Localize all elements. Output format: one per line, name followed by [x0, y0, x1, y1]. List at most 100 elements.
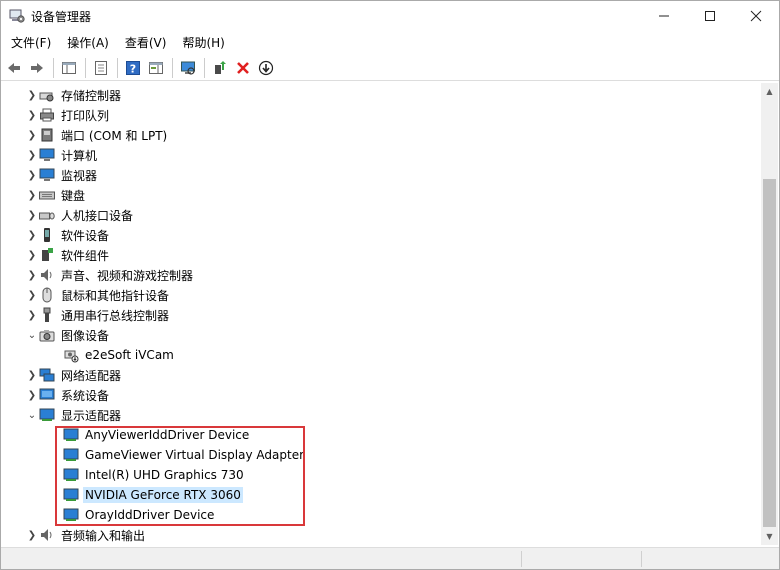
chevron-right-icon[interactable]: ❯ [25, 288, 39, 302]
tree-item-label: 鼠标和其他指针设备 [61, 288, 170, 303]
computer-icon [39, 147, 55, 163]
status-bar [1, 547, 779, 569]
highlight-annotation-box [55, 426, 305, 526]
chevron-right-icon[interactable]: ❯ [25, 248, 39, 262]
tree-item-software-devices[interactable]: ❯ 软件设备 [25, 225, 111, 245]
uninstall-icon[interactable] [232, 57, 254, 79]
menu-file[interactable]: 文件(F) [5, 31, 57, 53]
tree-item-keyboards[interactable]: ❯ 键盘 [25, 185, 87, 205]
chevron-right-icon[interactable]: ❯ [25, 268, 39, 282]
menu-view[interactable]: 查看(V) [119, 31, 173, 53]
chevron-right-icon[interactable]: ❯ [25, 168, 39, 182]
tree-item-storage-controllers[interactable]: ❯ 存储控制器 [25, 85, 123, 105]
tree-item-label: 通用串行总线控制器 [61, 308, 170, 323]
properties-icon[interactable] [90, 57, 112, 79]
tree-item-system-devices[interactable]: ❯ 系统设备 [25, 385, 111, 405]
tree-item-network-adapters[interactable]: ❯ 网络适配器 [25, 365, 123, 385]
chevron-right-icon[interactable]: ❯ [25, 228, 39, 242]
tree-item-label: 打印队列 [61, 108, 110, 123]
tree-item-computer[interactable]: ❯ 计算机 [25, 145, 99, 165]
tree-item-e2esoft-ivcam[interactable]: e2eSoft iVCam [63, 345, 176, 365]
chevron-right-icon[interactable]: ❯ [25, 368, 39, 382]
sound-icon [39, 267, 55, 283]
minimize-button[interactable] [641, 1, 687, 31]
device-tree[interactable]: ❯ 存储控制器 ❯ 打印队列 ❯ 端口 (COM 和 LPT) ❯ 计算机 ❯ … [1, 83, 761, 545]
status-bar-divider [641, 551, 642, 567]
tree-item-label: 音频输入和输出 [61, 528, 146, 543]
menu-help[interactable]: 帮助(H) [176, 31, 230, 53]
chevron-right-icon[interactable]: ❯ [25, 88, 39, 102]
display-adapter-icon [39, 407, 55, 423]
toolbar-separator [204, 57, 205, 78]
tree-item-label: 系统设备 [61, 388, 110, 403]
tree-item-imaging-devices[interactable]: ⌄ 图像设备 [25, 325, 111, 345]
network-adapter-icon [39, 367, 55, 383]
chevron-down-icon[interactable]: ⌄ [25, 328, 39, 342]
tree-item-display-adapters[interactable]: ⌄ 显示适配器 [25, 405, 123, 425]
chevron-right-icon[interactable]: ❯ [25, 208, 39, 222]
tree-item-ports[interactable]: ❯ 端口 (COM 和 LPT) [25, 125, 169, 145]
tree-item-label: 端口 (COM 和 LPT) [61, 128, 168, 143]
scroll-down-arrow-icon[interactable]: ▼ [761, 528, 778, 545]
tree-item-audio-io[interactable]: ❯ 音频输入和输出 [25, 525, 147, 545]
scrollbar-thumb[interactable] [763, 179, 776, 527]
chevron-right-icon[interactable]: ❯ [25, 528, 39, 542]
software-device-icon [39, 227, 55, 243]
tree-item-label: 声音、视频和游戏控制器 [61, 268, 194, 283]
storage-controller-icon [39, 87, 55, 103]
tree-item-label: 计算机 [61, 148, 98, 163]
tree-item-software-components[interactable]: ❯ 软件组件 [25, 245, 111, 265]
keyboard-icon [39, 187, 55, 203]
tree-item-label: 人机接口设备 [61, 208, 134, 223]
show-hide-tree-icon[interactable] [58, 57, 80, 79]
toolbar: ? [1, 55, 779, 81]
menu-action[interactable]: 操作(A) [61, 31, 115, 53]
toolbar-separator [85, 57, 86, 78]
close-button[interactable] [733, 1, 779, 31]
tree-item-label: 图像设备 [61, 328, 110, 343]
tree-item-label: 网络适配器 [61, 368, 122, 383]
chevron-right-icon[interactable]: ❯ [25, 148, 39, 162]
tree-item-label: 监视器 [61, 168, 98, 183]
tree-item-sound[interactable]: ❯ 声音、视频和游戏控制器 [25, 265, 195, 285]
toolbar-separator [172, 57, 173, 78]
chevron-right-icon[interactable]: ❯ [25, 128, 39, 142]
toolbar-separator [53, 57, 54, 78]
update-driver-icon[interactable] [209, 57, 231, 79]
action-pane-icon[interactable] [145, 57, 167, 79]
chevron-down-icon[interactable]: ⌄ [25, 408, 39, 422]
tree-item-label: 软件组件 [61, 248, 110, 263]
tree-item-mice[interactable]: ❯ 鼠标和其他指针设备 [25, 285, 171, 305]
title-bar[interactable]: 设备管理器 [1, 1, 779, 31]
chevron-right-icon[interactable]: ❯ [25, 188, 39, 202]
help-icon[interactable]: ? [122, 57, 144, 79]
tree-item-print-queues[interactable]: ❯ 打印队列 [25, 105, 111, 125]
hid-icon [39, 207, 55, 223]
maximize-button[interactable] [687, 1, 733, 31]
camera-icon [39, 327, 55, 343]
chevron-right-icon[interactable]: ❯ [25, 108, 39, 122]
scan-hardware-icon[interactable] [177, 57, 199, 79]
software-component-icon [39, 247, 55, 263]
svg-text:?: ? [130, 62, 136, 75]
vertical-scrollbar[interactable]: ▲ ▼ [761, 83, 778, 545]
tree-item-monitors[interactable]: ❯ 监视器 [25, 165, 99, 185]
tree-item-label: 软件设备 [61, 228, 110, 243]
tree-item-usb[interactable]: ❯ 通用串行总线控制器 [25, 305, 171, 325]
status-bar-divider [521, 551, 522, 567]
scroll-up-arrow-icon[interactable]: ▲ [761, 83, 778, 100]
window-title: 设备管理器 [31, 10, 92, 24]
forward-icon[interactable] [26, 57, 48, 79]
back-icon[interactable] [3, 57, 25, 79]
tree-item-hid[interactable]: ❯ 人机接口设备 [25, 205, 135, 225]
tree-item-label: e2eSoft iVCam [85, 348, 174, 362]
chevron-right-icon[interactable]: ❯ [25, 308, 39, 322]
device-manager-app-icon [9, 8, 25, 24]
chevron-right-icon[interactable]: ❯ [25, 388, 39, 402]
device-manager-window: 设备管理器 文件(F) 操作(A) 查看(V) 帮助(H) ? ❯ 存储控制器 … [0, 0, 780, 570]
system-device-icon [39, 387, 55, 403]
tree-item-label: 键盘 [61, 188, 86, 203]
toolbar-separator [117, 57, 118, 78]
tree-item-label: 存储控制器 [61, 88, 122, 103]
disable-device-icon[interactable] [255, 57, 277, 79]
